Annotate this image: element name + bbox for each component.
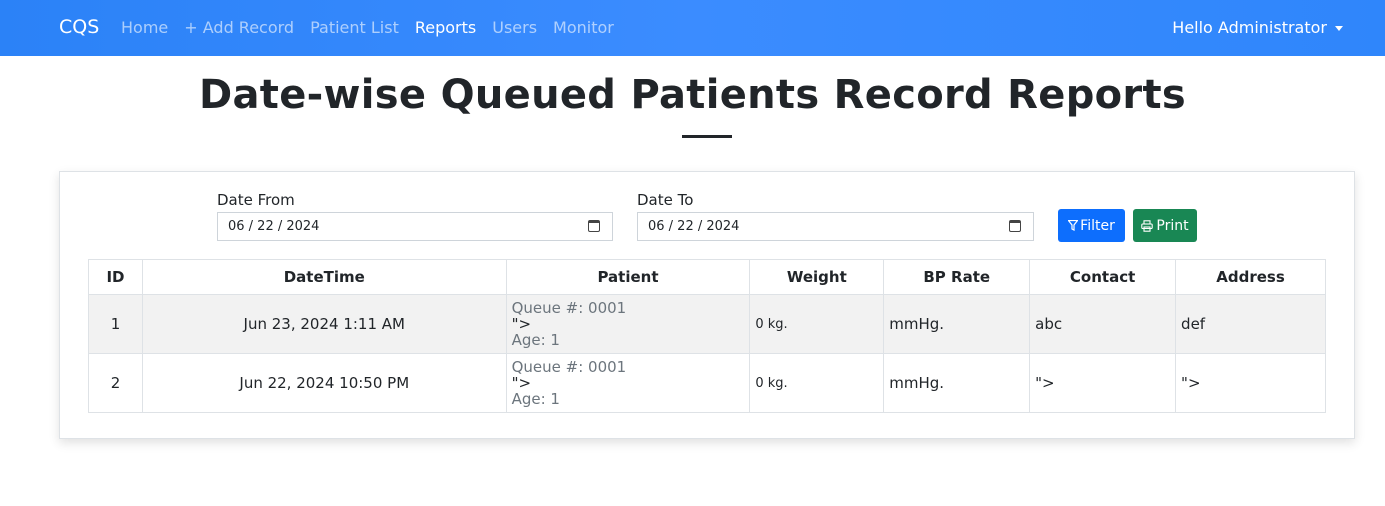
col-header-address: Address: [1175, 259, 1326, 295]
print-button[interactable]: Print: [1133, 209, 1197, 242]
cell-weight: 0 kg.: [749, 353, 885, 413]
cell-bp-rate: mmHg.: [883, 294, 1031, 354]
cell-id: 2: [88, 353, 143, 413]
chevron-down-icon: [1335, 26, 1343, 31]
date-to-input[interactable]: 06 / 22 / 2024: [637, 212, 1034, 241]
report-table: ID DateTime Patient Weight BP Rate Conta…: [88, 259, 1326, 413]
cell-bp-rate: mmHg.: [883, 353, 1031, 413]
cell-address: def: [1175, 294, 1326, 354]
cell-id: 1: [88, 294, 143, 354]
nav-add-record[interactable]: + Add Record: [184, 18, 294, 37]
queue-number: Queue #: 0001: [511, 299, 627, 317]
date-from-value: 06 / 22 / 2024: [228, 219, 320, 234]
cell-patient: Queue #: 0001 "> Age: 1: [505, 294, 751, 354]
nav-links: Home + Add Record Patient List Reports U…: [121, 18, 630, 37]
table-row: 1 Jun 23, 2024 1:11 AM Queue #: 0001 "> …: [88, 294, 1326, 354]
title-divider: [682, 135, 732, 138]
date-to-value: 06 / 22 / 2024: [648, 219, 740, 234]
print-button-label: Print: [1156, 217, 1189, 234]
nav-reports[interactable]: Reports: [415, 18, 476, 37]
patient-name: ">: [511, 374, 532, 392]
page-title: Date-wise Queued Patients Record Reports: [199, 72, 1186, 118]
calendar-icon[interactable]: [588, 220, 600, 232]
cell-datetime: Jun 23, 2024 1:11 AM: [141, 294, 507, 354]
cell-address: ">: [1175, 353, 1326, 413]
col-header-datetime: DateTime: [141, 259, 507, 295]
user-dropdown[interactable]: Hello Administrator: [1172, 18, 1343, 37]
date-from-input[interactable]: 06 / 22 / 2024: [217, 212, 613, 241]
col-header-contact: Contact: [1029, 259, 1177, 295]
col-header-bp-rate: BP Rate: [883, 259, 1031, 295]
cell-datetime: Jun 22, 2024 10:50 PM: [141, 353, 507, 413]
patient-name: ">: [511, 315, 532, 333]
cell-contact: abc: [1029, 294, 1177, 354]
top-navbar: CQS Home + Add Record Patient List Repor…: [0, 0, 1385, 56]
col-header-id: ID: [88, 259, 143, 295]
table-row: 2 Jun 22, 2024 10:50 PM Queue #: 0001 ">…: [88, 353, 1326, 413]
nav-home[interactable]: Home: [121, 18, 168, 37]
filter-button[interactable]: Filter: [1058, 209, 1125, 242]
filter-icon: [1068, 220, 1079, 231]
col-header-patient: Patient: [505, 259, 751, 295]
nav-monitor[interactable]: Monitor: [553, 18, 614, 37]
date-to-label: Date To: [637, 191, 694, 209]
nav-users[interactable]: Users: [492, 18, 537, 37]
queue-number: Queue #: 0001: [511, 358, 627, 376]
report-card: Date From 06 / 22 / 2024 Date To 06 / 22…: [59, 171, 1355, 439]
cell-patient: Queue #: 0001 "> Age: 1: [505, 353, 751, 413]
cell-contact: ">: [1029, 353, 1177, 413]
patient-age: Age: 1: [511, 331, 560, 349]
filter-button-label: Filter: [1080, 217, 1115, 234]
nav-patient-list[interactable]: Patient List: [310, 18, 399, 37]
col-header-weight: Weight: [749, 259, 885, 295]
user-greeting: Hello Administrator: [1172, 18, 1327, 37]
printer-icon: [1141, 219, 1154, 232]
calendar-icon[interactable]: [1009, 220, 1021, 232]
cell-weight: 0 kg.: [749, 294, 885, 354]
patient-age: Age: 1: [511, 390, 560, 408]
table-header-row: ID DateTime Patient Weight BP Rate Conta…: [88, 259, 1326, 295]
brand-logo[interactable]: CQS: [59, 16, 99, 38]
date-from-label: Date From: [217, 191, 295, 209]
